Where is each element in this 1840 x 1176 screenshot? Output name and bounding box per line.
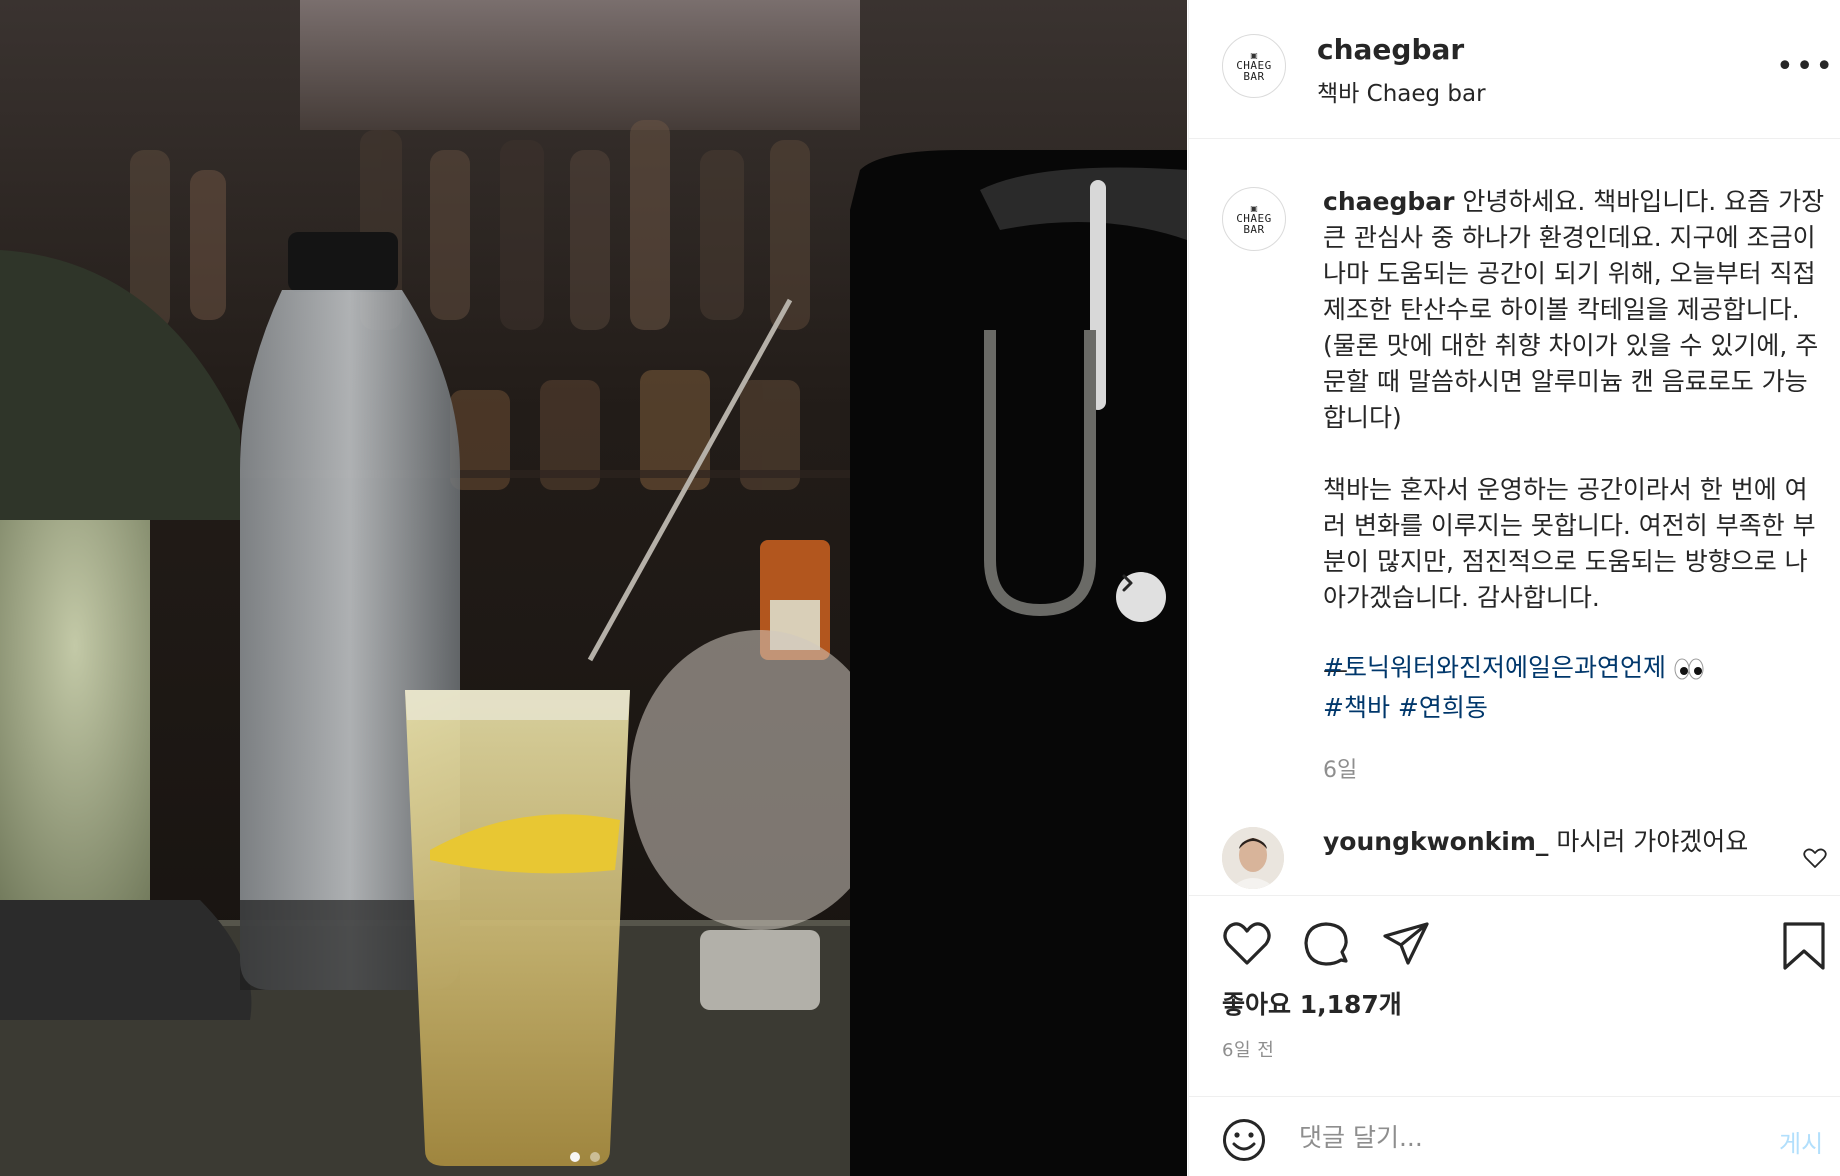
logo-text-line2: BAR bbox=[1243, 222, 1265, 236]
eyes-emoji bbox=[1674, 654, 1704, 690]
post-side-panel: ▣ CHAEG BAR chaegbar 책바 Chaeg bar ••• ▣ … bbox=[1188, 0, 1840, 1176]
eyes-icon bbox=[1674, 658, 1704, 680]
hashtag-link[interactable]: #연희동 bbox=[1398, 693, 1488, 722]
commenter-avatar[interactable] bbox=[1222, 827, 1284, 889]
hashtags: #토닉워터와진저에일은과연언제 #책바 #연희동 bbox=[1323, 650, 1704, 726]
next-photo-button[interactable] bbox=[1116, 572, 1166, 622]
post-location[interactable]: 책바 Chaeg bar bbox=[1317, 74, 1486, 108]
person-photo bbox=[1222, 827, 1284, 889]
logo-text-line2: BAR bbox=[1243, 69, 1265, 83]
caption-username[interactable]: chaegbar bbox=[1323, 187, 1454, 216]
comments-section[interactable]: ▣ CHAEG BAR chaegbar 안녕하세요. 책바입니다. 요즘 가장… bbox=[1189, 140, 1840, 896]
comment-heart-icon[interactable] bbox=[1803, 847, 1827, 869]
post-username[interactable]: chaegbar bbox=[1317, 33, 1464, 66]
photo-image bbox=[0, 0, 1187, 1176]
profile-avatar[interactable]: ▣ CHAEG BAR bbox=[1222, 34, 1286, 98]
chevron-right-icon bbox=[1122, 574, 1133, 592]
comment-username[interactable]: youngkwonkim_ bbox=[1323, 827, 1548, 856]
heart-icon[interactable] bbox=[1222, 921, 1272, 967]
comment-item: youngkwonkim_ 마시러 가야겠어요 bbox=[1189, 820, 1840, 895]
hashtag-link[interactable]: #책바 bbox=[1323, 693, 1390, 722]
logo-text-line1: CHAEG bbox=[1236, 58, 1272, 72]
add-comment-bar: 게시 bbox=[1189, 1096, 1840, 1176]
comment-icon[interactable] bbox=[1301, 921, 1351, 969]
smile-icon[interactable] bbox=[1222, 1118, 1266, 1162]
post-timestamp[interactable]: 6일 전 bbox=[1222, 1036, 1274, 1062]
caption-timestamp: 6일 bbox=[1323, 758, 1358, 783]
post-caption: chaegbar 안녕하세요. 책바입니다. 요즘 가장 큰 관심사 중 하나가… bbox=[1323, 184, 1828, 688]
caption-avatar[interactable]: ▣ CHAEG BAR bbox=[1222, 187, 1286, 251]
post-header: ▣ CHAEG BAR chaegbar 책바 Chaeg bar ••• bbox=[1189, 0, 1840, 139]
post-comment-button[interactable]: 게시 bbox=[1779, 1124, 1823, 1159]
comment-body: youngkwonkim_ 마시러 가야겠어요 bbox=[1323, 822, 1748, 858]
more-icon[interactable]: ••• bbox=[1776, 52, 1835, 82]
carousel-dot-active bbox=[570, 1152, 580, 1162]
action-bar: 좋아요 1,187개 6일 전 bbox=[1189, 897, 1840, 1067]
comment-text: 마시러 가야겠어요 bbox=[1556, 827, 1749, 856]
comment-input[interactable] bbox=[1299, 1117, 1749, 1157]
share-icon[interactable] bbox=[1381, 921, 1431, 967]
caption-text: 안녕하세요. 책바입니다. 요즘 가장 큰 관심사 중 하나가 환경인데요. 지… bbox=[1323, 187, 1825, 684]
carousel-indicator bbox=[570, 1152, 600, 1162]
post-photo[interactable] bbox=[0, 0, 1187, 1176]
bookmark-icon[interactable] bbox=[1782, 921, 1826, 971]
hashtag-link[interactable]: #토닉워터와진저에일은과연언제 bbox=[1323, 653, 1666, 682]
likes-count[interactable]: 좋아요 1,187개 bbox=[1222, 985, 1402, 1021]
carousel-dot bbox=[590, 1152, 600, 1162]
logo-text-line1: CHAEG bbox=[1236, 211, 1272, 225]
